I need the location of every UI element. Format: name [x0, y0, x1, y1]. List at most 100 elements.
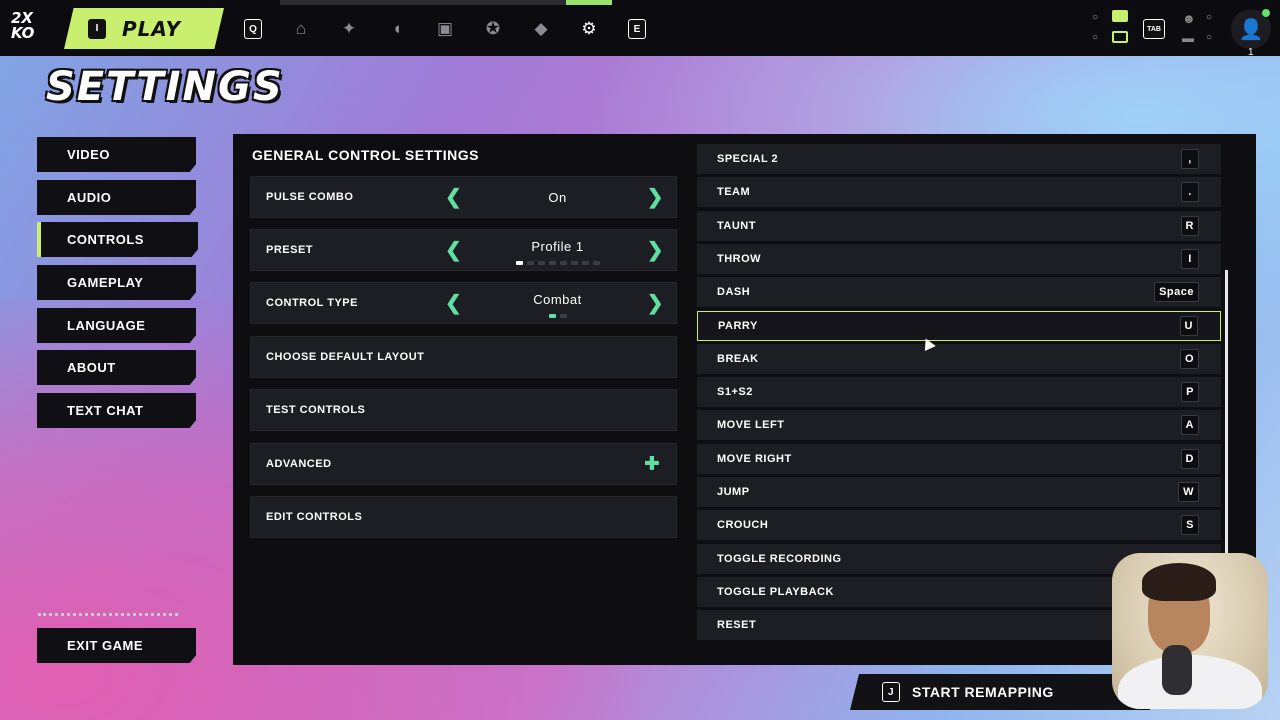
keybind-key[interactable]: U	[1179, 315, 1198, 336]
keybind-key[interactable]: ,	[1181, 149, 1199, 169]
scrollbar[interactable]	[1225, 270, 1228, 555]
sidebar-divider	[38, 613, 178, 616]
keybind-action-label: S1+S2	[717, 386, 753, 399]
status-circle-icon: ○	[1206, 12, 1213, 23]
currency-alt-icon	[1112, 31, 1128, 43]
option-value: Profile 1	[531, 239, 584, 254]
control-type-row[interactable]: CONTROL TYPE ❮ Combat ❯	[250, 282, 677, 324]
keybind-action-label: PARRY	[718, 319, 758, 332]
option-label: CONTROL TYPE	[266, 297, 358, 309]
game-logo: 2X KO	[11, 9, 35, 42]
option-value: Combat	[533, 292, 582, 307]
sidebar-item-label: ABOUT	[67, 360, 116, 375]
keybind-action-label: RESET	[717, 619, 757, 632]
store-icon[interactable]: ⌂	[290, 18, 312, 40]
friends-icon[interactable]: ☻	[1182, 11, 1196, 26]
keybind-action-label: TAUNT	[717, 219, 756, 232]
chevron-left-icon[interactable]: ❮	[445, 238, 462, 263]
keybind-row-move-right[interactable]: MOVE RIGHT D	[697, 443, 1221, 474]
sidebar-item-label: AUDIO	[67, 190, 112, 205]
sidebar-item-label: CONTROLS	[67, 232, 144, 247]
keybind-key[interactable]: S	[1181, 515, 1199, 536]
advanced-button[interactable]: ADVANCED ✚	[250, 443, 677, 485]
sidebar-item-label: VIDEO	[67, 147, 110, 162]
pulse-combo-row[interactable]: PULSE COMBO ❮ On ❯	[250, 176, 677, 218]
status-circle-icon: ○	[1092, 12, 1099, 23]
sidebar-item-text-chat[interactable]: TEXT CHAT	[37, 393, 196, 428]
keybind-key[interactable]: O	[1179, 348, 1199, 369]
keybind-row-dash[interactable]: DASH Space	[697, 277, 1221, 308]
keybind-key[interactable]: I	[1181, 248, 1199, 269]
keybind-row-move-left[interactable]: MOVE LEFT A	[697, 410, 1221, 441]
keybind-row-parry[interactable]: PARRY U	[697, 310, 1221, 341]
keybind-key[interactable]: .	[1181, 182, 1199, 203]
top-bar: 2X KO I PLAY Q ⌂ ✦ ◖ ▣ ✪ ◆ ⚙ E ○ ○ TAB ☻ …	[0, 0, 1280, 58]
chevron-left-icon[interactable]: ❮	[445, 185, 462, 210]
sidebar-item-label: GAMEPLAY	[67, 275, 144, 290]
party-count: 1	[1248, 47, 1254, 58]
exit-game-button[interactable]: EXIT GAME	[37, 628, 196, 663]
option-label: CHOOSE DEFAULT LAYOUT	[266, 351, 425, 363]
gear-icon[interactable]: ⚙	[578, 18, 600, 40]
keybind-action-label: THROW	[717, 252, 762, 265]
chevron-right-icon[interactable]: ❯	[647, 238, 664, 263]
play-label: PLAY	[122, 16, 182, 41]
medal-icon[interactable]: ✪	[482, 18, 504, 40]
keybind-action-label: JUMP	[717, 486, 750, 498]
chevron-right-icon[interactable]: ❯	[647, 291, 664, 316]
keybind-key[interactable]: Space	[1154, 282, 1199, 303]
page-title: SETTINGS	[46, 64, 284, 110]
keybind-row-break[interactable]: BREAK O	[697, 343, 1221, 374]
sidebar-item-language[interactable]: LANGUAGE	[37, 308, 196, 343]
exit-game-label: EXIT GAME	[67, 638, 144, 653]
tab-key-hint: TAB	[1143, 19, 1165, 39]
chat-icon[interactable]: ▬	[1182, 31, 1194, 45]
helmet-icon[interactable]: ◖	[386, 18, 408, 40]
keybind-key[interactable]: W	[1178, 482, 1199, 502]
preset-page-indicator	[471, 261, 644, 265]
edit-controls-button[interactable]: EDIT CONTROLS	[250, 496, 677, 538]
webcam-overlay	[1112, 553, 1268, 709]
start-remapping-button[interactable]: J START REMAPPING	[850, 674, 1150, 710]
keybind-row-throw[interactable]: THROW I	[697, 243, 1221, 274]
keybind-row-crouch[interactable]: CROUCH S	[697, 510, 1221, 541]
chevron-left-icon[interactable]: ❮	[445, 291, 462, 316]
option-label: EDIT CONTROLS	[266, 511, 363, 523]
keybind-key[interactable]: R	[1180, 215, 1199, 236]
play-button[interactable]: I PLAY	[64, 8, 224, 49]
sidebar-item-controls[interactable]: CONTROLS	[37, 222, 198, 257]
backpack-icon[interactable]: ▣	[434, 18, 456, 40]
keybind-row-special-2[interactable]: SPECIAL 2,	[697, 144, 1221, 174]
sidebar-item-video[interactable]: VIDEO	[37, 137, 196, 172]
test-controls-button[interactable]: TEST CONTROLS	[250, 389, 677, 431]
keybind-row-team[interactable]: TEAM.	[697, 177, 1221, 208]
keybind-key[interactable]: D	[1180, 448, 1199, 469]
keybind-action-label: MOVE RIGHT	[717, 452, 792, 465]
keybind-row-jump[interactable]: JUMP W	[697, 477, 1221, 507]
keybind-row-taunt[interactable]: TAUNT R	[697, 210, 1221, 241]
keybind-key[interactable]: A	[1180, 415, 1199, 436]
microphone-icon	[1162, 645, 1192, 695]
online-status-dot	[1262, 9, 1270, 17]
crosshair-icon[interactable]: ✦	[338, 18, 360, 40]
keybind-key[interactable]: P	[1181, 382, 1199, 403]
play-key-hint: I	[88, 18, 106, 39]
keybind-action-label: SPECIAL 2	[717, 153, 779, 165]
graduation-cap-icon[interactable]: ◆	[530, 18, 552, 40]
option-label: TEST CONTROLS	[266, 404, 366, 416]
keybind-row-s1-s2[interactable]: S1+S2 P	[697, 377, 1221, 408]
sidebar-item-about[interactable]: ABOUT	[37, 350, 196, 385]
chevron-right-icon[interactable]: ❯	[647, 185, 664, 210]
keybind-action-label: TOGGLE RECORDING	[717, 552, 842, 565]
preset-row[interactable]: PRESET ❮ Profile 1 ❯	[250, 229, 677, 271]
control-type-page-indicator	[471, 314, 644, 318]
sidebar-item-audio[interactable]: AUDIO	[37, 180, 196, 215]
sidebar-item-gameplay[interactable]: GAMEPLAY	[37, 265, 196, 300]
status-circle-icon: ○	[1206, 32, 1213, 43]
option-label: PULSE COMBO	[266, 191, 354, 203]
keybind-action-label: DASH	[717, 286, 751, 299]
status-circle-icon: ○	[1092, 32, 1099, 43]
remap-key-hint: J	[882, 682, 900, 702]
currency-icon	[1112, 10, 1128, 22]
choose-default-layout-button[interactable]: CHOOSE DEFAULT LAYOUT	[250, 336, 677, 378]
